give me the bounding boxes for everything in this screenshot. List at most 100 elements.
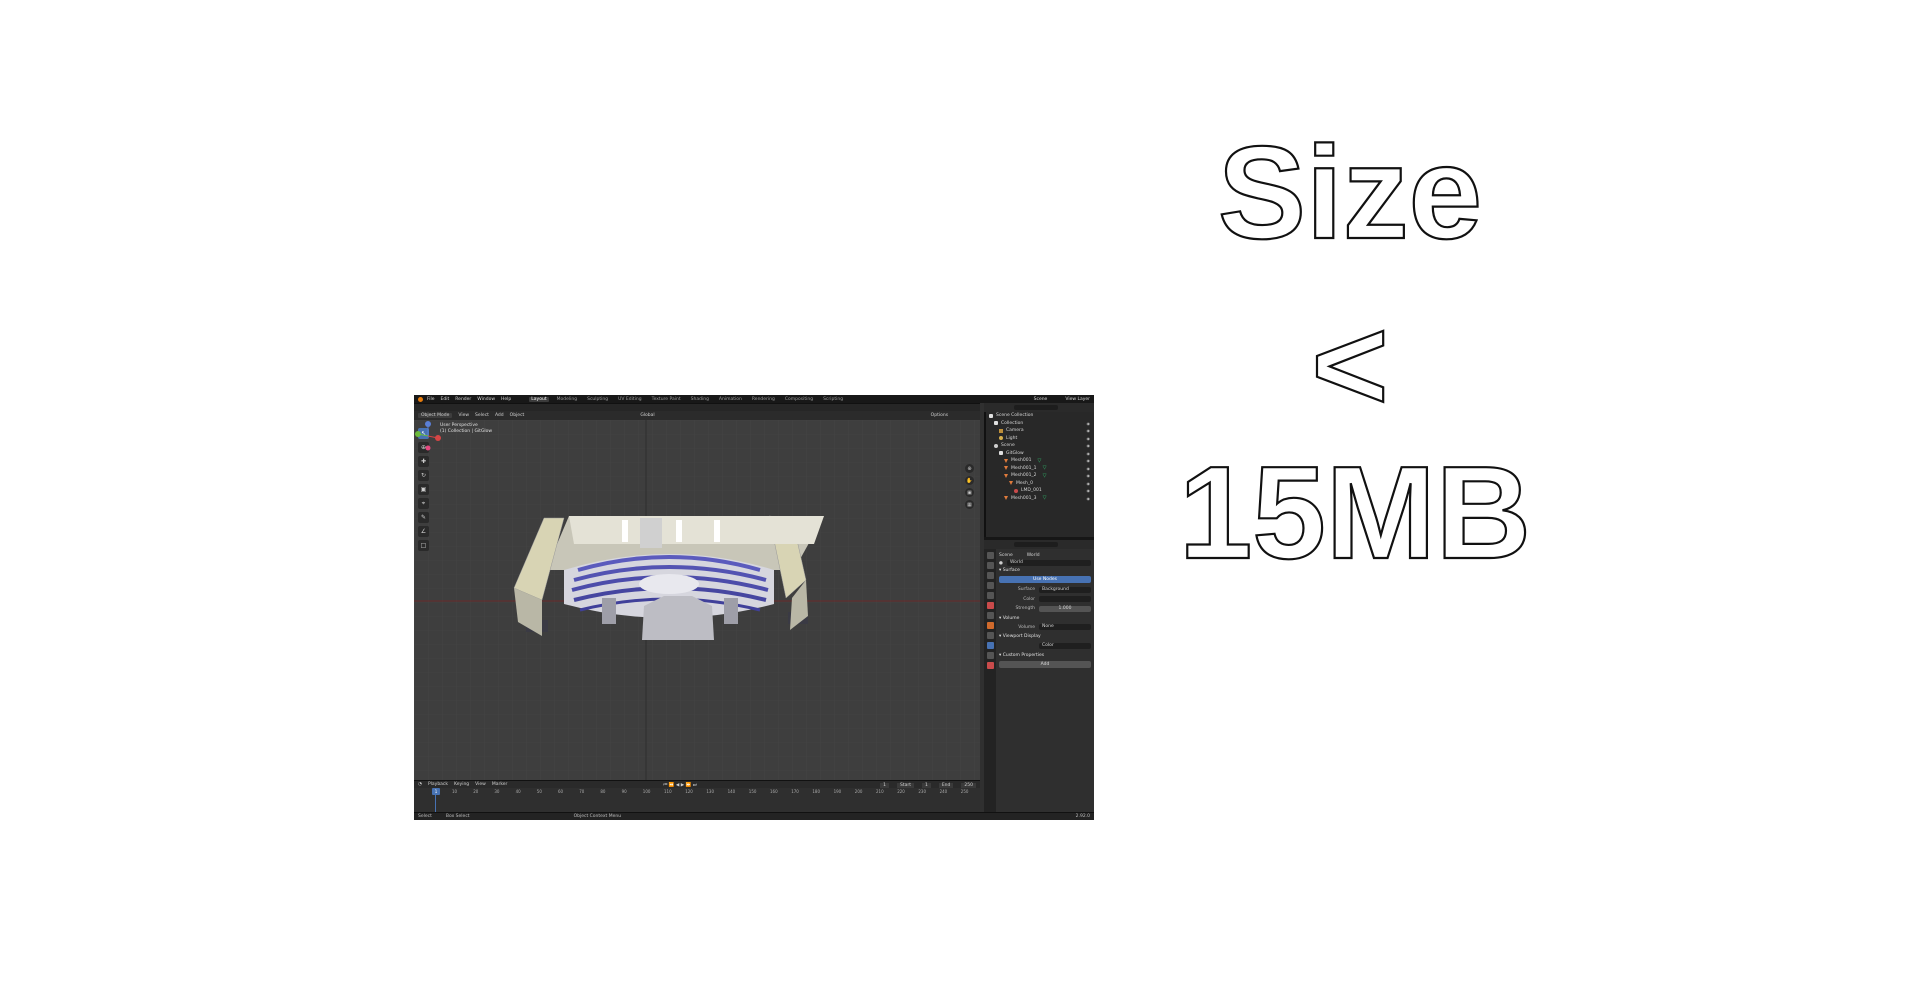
- render-tab-icon[interactable]: [986, 562, 994, 569]
- scale-tool-icon[interactable]: ▣: [418, 484, 429, 495]
- view-layer-selector[interactable]: View Layer: [1065, 397, 1090, 402]
- camera-view-icon[interactable]: ▣: [965, 488, 974, 497]
- surface-panel-header[interactable]: ▾ Surface: [999, 567, 1091, 574]
- outliner-item[interactable]: Mesh001_2 ▽ ◉: [986, 472, 1094, 480]
- outliner-item[interactable]: Mesh001 ▽ ◉: [986, 457, 1094, 465]
- viewport-menu-view[interactable]: View: [458, 413, 469, 418]
- annotate-tool-icon[interactable]: ✎: [418, 512, 429, 523]
- outliner-item[interactable]: Mesh001_1 ▽ ◉: [986, 465, 1094, 473]
- end-frame-field[interactable]: 250: [961, 782, 976, 788]
- color-swatch[interactable]: [1039, 596, 1091, 602]
- rotate-tool-icon[interactable]: ↻: [418, 470, 429, 481]
- add-property-button[interactable]: Add: [999, 660, 1091, 668]
- current-frame-field[interactable]: 1: [880, 782, 889, 788]
- physics-tab-icon[interactable]: [986, 642, 994, 649]
- volume-field[interactable]: None: [1039, 624, 1091, 630]
- menu-help[interactable]: Help: [501, 397, 511, 402]
- surface-field[interactable]: Background: [1039, 586, 1091, 593]
- volume-panel-header[interactable]: ▾ Volume: [999, 615, 1091, 622]
- object-tab-icon[interactable]: [986, 612, 994, 619]
- visibility-eye-icon[interactable]: ◉: [1087, 488, 1091, 493]
- move-tool-icon[interactable]: ✚: [418, 456, 429, 467]
- particles-tab-icon[interactable]: [986, 632, 994, 639]
- visibility-eye-icon[interactable]: ◉: [1087, 473, 1091, 478]
- transform-tool-icon[interactable]: ⌖: [418, 498, 429, 509]
- perspective-grid-icon[interactable]: ▦: [965, 500, 974, 509]
- view-layer-tab-icon[interactable]: [986, 582, 994, 589]
- menu-file[interactable]: File: [427, 397, 435, 402]
- visibility-eye-icon[interactable]: ◉: [1087, 421, 1091, 426]
- visibility-eye-icon[interactable]: ◉: [1087, 466, 1091, 471]
- measure-tool-icon[interactable]: ∠: [418, 526, 429, 537]
- object-mode-dropdown[interactable]: Object Mode: [418, 413, 453, 418]
- tab-compositing[interactable]: Compositing: [783, 397, 815, 402]
- strength-field[interactable]: 1.000: [1039, 605, 1091, 612]
- outliner-item[interactable]: Mesh001_3 ▽ ◉: [986, 495, 1094, 503]
- custom-properties-panel-header[interactable]: ▾ Custom Properties: [999, 652, 1091, 659]
- tab-layout[interactable]: Layout: [529, 396, 549, 402]
- zoom-icon[interactable]: ⊕: [965, 464, 974, 473]
- viewport-display-color-field[interactable]: Color: [1039, 642, 1091, 649]
- tab-modeling[interactable]: Modeling: [555, 397, 579, 402]
- visibility-eye-icon[interactable]: ◉: [1087, 428, 1091, 433]
- timeline-editor-icon[interactable]: ◔: [418, 782, 422, 787]
- add-cube-tool-icon[interactable]: □: [418, 540, 429, 551]
- timeline-menu-marker[interactable]: Marker: [492, 782, 508, 787]
- outliner-item[interactable]: LMD_001 ◉: [986, 487, 1094, 495]
- playhead[interactable]: 1: [432, 788, 440, 795]
- viewport-display-panel-header[interactable]: ▾ Viewport Display: [999, 633, 1091, 640]
- tool-tab-icon[interactable]: [986, 552, 994, 559]
- pan-hand-icon[interactable]: ✋: [965, 476, 974, 485]
- playback-controls[interactable]: ⏮ ⏪ ◀ ▶ ⏩ ⏭: [663, 782, 696, 788]
- tab-shading[interactable]: Shading: [689, 397, 711, 402]
- tab-uv-editing[interactable]: UV Editing: [616, 397, 643, 402]
- constraints-tab-icon[interactable]: [986, 652, 994, 659]
- visibility-eye-icon[interactable]: ◉: [1087, 443, 1091, 448]
- timeline-menu-keying[interactable]: Keying: [454, 782, 469, 787]
- scene-tab-icon[interactable]: [986, 592, 994, 599]
- visibility-eye-icon[interactable]: ◉: [1087, 496, 1091, 501]
- context-scene[interactable]: Scene: [999, 553, 1013, 558]
- menu-window[interactable]: Window: [477, 397, 495, 402]
- properties-search-input[interactable]: [1014, 542, 1058, 547]
- outliner-search-input[interactable]: [1014, 405, 1058, 410]
- world-tab-icon[interactable]: [986, 602, 994, 609]
- tab-rendering[interactable]: Rendering: [750, 397, 777, 402]
- start-frame-field[interactable]: 1: [921, 782, 931, 788]
- material-tab-icon[interactable]: [986, 662, 994, 669]
- outliner-item[interactable]: Light ◉: [986, 435, 1094, 443]
- timeline[interactable]: 10 20 30 40 50 60 70 80 90 100 110 120 130 140 150 160 1…: [414, 788, 980, 812]
- tab-sculpting[interactable]: Sculpting: [585, 397, 610, 402]
- outliner-item[interactable]: Scene ◉: [986, 442, 1094, 450]
- options-dropdown[interactable]: Options: [931, 413, 948, 418]
- viewport-menu-add[interactable]: Add: [495, 413, 504, 418]
- tab-texture-paint[interactable]: Texture Paint: [650, 397, 683, 402]
- tab-animation[interactable]: Animation: [717, 397, 744, 402]
- outliner-item[interactable]: Camera ◉: [986, 427, 1094, 435]
- menu-edit[interactable]: Edit: [441, 397, 450, 402]
- visibility-eye-icon[interactable]: ◉: [1087, 458, 1091, 463]
- tab-scripting[interactable]: Scripting: [821, 397, 845, 402]
- transform-orientation-dropdown[interactable]: Global: [640, 413, 654, 418]
- timeline-menu-view[interactable]: View: [475, 782, 486, 787]
- visibility-eye-icon[interactable]: ◉: [1087, 436, 1091, 441]
- world-name-field[interactable]: World: [1006, 560, 1091, 566]
- outliner-item[interactable]: Mesh_0 ◉: [986, 480, 1094, 488]
- viewport-menu-select[interactable]: Select: [475, 413, 489, 418]
- menu-render[interactable]: Render: [455, 397, 471, 402]
- outliner-item[interactable]: Collection ◉: [986, 420, 1094, 428]
- status-select: Select: [418, 814, 432, 819]
- 3d-viewport[interactable]: User Perspective (1) Collection | GitGlo…: [414, 420, 980, 780]
- modifier-tab-icon[interactable]: [986, 622, 994, 629]
- visibility-eye-icon[interactable]: ◉: [1087, 481, 1091, 486]
- outliner-item[interactable]: Scene Collection: [986, 412, 1094, 420]
- outliner-item[interactable]: GitGlow ◉: [986, 450, 1094, 458]
- viewport-menu-object[interactable]: Object: [510, 413, 525, 418]
- context-world[interactable]: World: [1027, 553, 1040, 558]
- navigation-gizmo[interactable]: [414, 420, 442, 452]
- use-nodes-button[interactable]: Use Nodes: [999, 576, 1091, 583]
- visibility-eye-icon[interactable]: ◉: [1087, 451, 1091, 456]
- timeline-menu-playback[interactable]: Playback: [428, 782, 448, 787]
- output-tab-icon[interactable]: [986, 572, 994, 579]
- scene-selector[interactable]: Scene: [1034, 397, 1048, 402]
